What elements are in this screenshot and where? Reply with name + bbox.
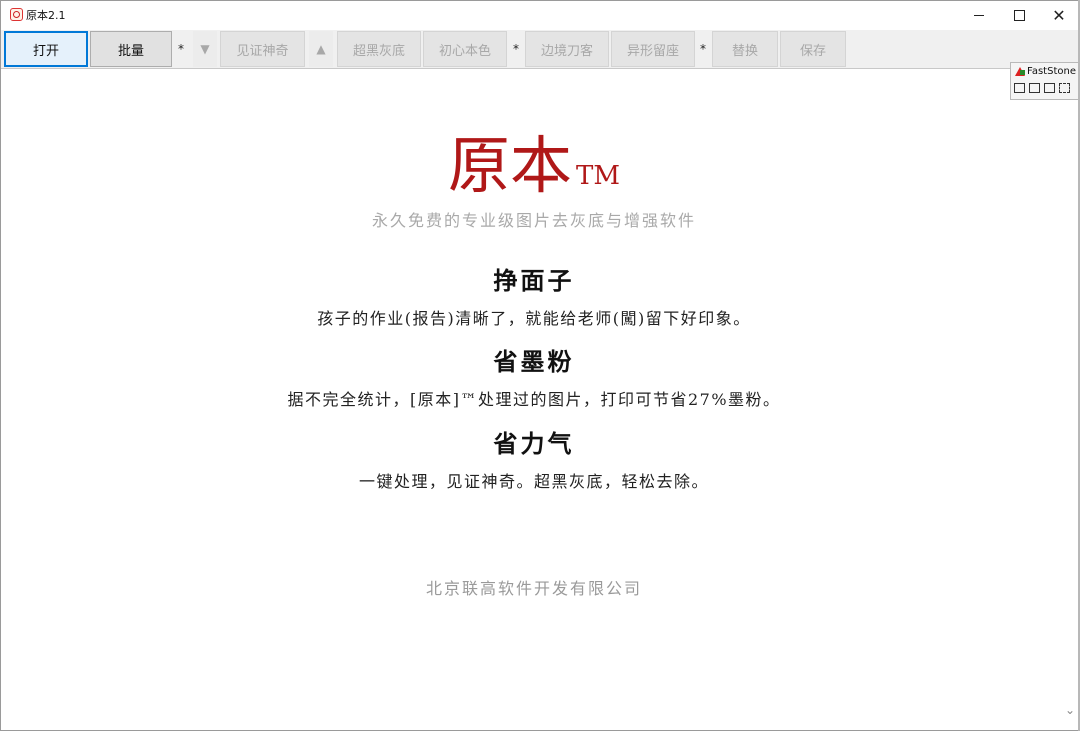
window-icon[interactable] bbox=[1029, 83, 1040, 93]
close-icon[interactable]: ✕ bbox=[1039, 1, 1079, 30]
up-arrow-button[interactable]: ▲ bbox=[309, 31, 333, 67]
replace-button[interactable]: 替换 bbox=[712, 31, 778, 67]
faststone-logo-icon bbox=[1015, 67, 1025, 76]
open-button[interactable]: 打开 bbox=[4, 31, 88, 67]
window-title: 原本2.1 bbox=[26, 9, 66, 22]
title-bar: 原本2.1 ✕ bbox=[1, 1, 1079, 30]
app-logo-icon bbox=[10, 8, 23, 21]
open-folder-icon[interactable] bbox=[1014, 83, 1025, 93]
toolbar: 打开 批量 * ▼ 见证神奇 ▲ 超黑灰底 初心本色 * 边境刀客 异形留座 *… bbox=[1, 30, 1079, 69]
border-blade-button[interactable]: 边境刀客 bbox=[525, 31, 609, 67]
section-desc: 据不完全统计，[原本]™处理过的图片，打印可节省27%墨粉。 bbox=[287, 390, 781, 409]
see-miracle-button[interactable]: 见证神奇 bbox=[220, 31, 305, 67]
app-window: 原本2.1 ✕ 打开 批量 * ▼ 见证神奇 ▲ 超黑灰底 初心本色 * 边境刀… bbox=[0, 0, 1080, 731]
minimize-icon[interactable] bbox=[959, 1, 999, 30]
scroll-down-icon[interactable]: ⌄ bbox=[1065, 703, 1075, 717]
toolbar-separator: * bbox=[700, 42, 706, 56]
section-heading: 挣面子 bbox=[493, 266, 575, 295]
save-button[interactable]: 保存 bbox=[780, 31, 846, 67]
region-select-icon[interactable] bbox=[1059, 83, 1070, 93]
main-content: 原本 TM 永久免费的专业级图片去灰底与增强软件 挣面子 孩子的作业(报告)清晰了… bbox=[1, 69, 1079, 730]
faststone-title: FastStone C bbox=[1027, 66, 1080, 77]
trademark: TM bbox=[576, 161, 620, 191]
faststone-capture-panel[interactable]: FastStone C bbox=[1010, 62, 1080, 100]
down-arrow-button[interactable]: ▼ bbox=[193, 31, 217, 67]
window-restore-icon[interactable] bbox=[1044, 83, 1055, 93]
toolbar-separator: * bbox=[178, 42, 184, 56]
product-logo: 原本 TM bbox=[1, 131, 1067, 201]
super-black-button[interactable]: 超黑灰底 bbox=[337, 31, 421, 67]
section-heading: 省力气 bbox=[493, 429, 575, 458]
original-color-button[interactable]: 初心本色 bbox=[423, 31, 507, 67]
odd-shape-button[interactable]: 异形留座 bbox=[611, 31, 695, 67]
slogan: 永久免费的专业级图片去灰底与增强软件 bbox=[371, 211, 696, 230]
company-name: 北京联高软件开发有限公司 bbox=[425, 579, 642, 598]
section-desc: 一键处理，见证神奇。超黑灰底，轻松去除。 bbox=[358, 472, 709, 491]
logo-text: 原本 bbox=[448, 129, 573, 202]
section-heading: 省墨粉 bbox=[493, 347, 575, 376]
maximize-icon[interactable] bbox=[999, 1, 1039, 30]
batch-button[interactable]: 批量 bbox=[90, 31, 172, 67]
section-desc: 孩子的作业(报告)清晰了，就能给老师(闖)留下好印象。 bbox=[317, 309, 751, 328]
toolbar-separator: * bbox=[513, 42, 519, 56]
faststone-tools bbox=[1014, 83, 1070, 93]
